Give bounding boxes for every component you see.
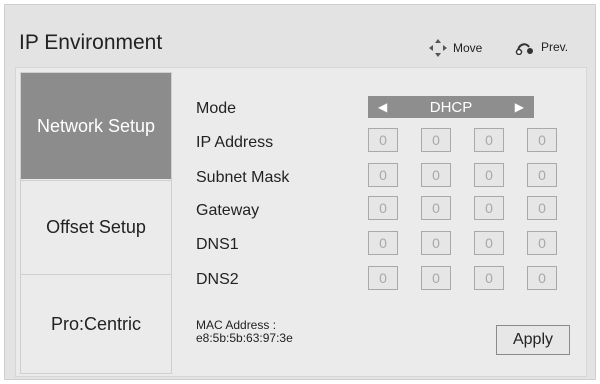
gateway-octet-3[interactable]: 0: [474, 196, 504, 220]
ip-address-octet-2[interactable]: 0: [421, 128, 451, 152]
prev-hint-label: Prev.: [541, 40, 569, 54]
subnet-mask-label: Subnet Mask: [196, 169, 290, 186]
move-hint-label: Move: [453, 41, 483, 55]
settings-panel: Network Setup Offset Setup Pro:Centric M…: [15, 67, 587, 377]
apply-button[interactable]: Apply: [496, 325, 570, 355]
subnet-mask-octet-1[interactable]: 0: [368, 163, 398, 187]
ip-address-octet-4[interactable]: 0: [527, 128, 557, 152]
mode-selector[interactable]: ◀ DHCP ▶: [368, 96, 534, 118]
dns1-octet-4[interactable]: 0: [527, 231, 557, 255]
dns2-label: DNS2: [196, 271, 239, 288]
right-arrow-icon[interactable]: ▶: [515, 100, 524, 114]
move-arrows-icon: [429, 39, 447, 57]
menu-item-offset-setup[interactable]: Offset Setup: [21, 180, 171, 274]
dns1-label: DNS1: [196, 236, 239, 253]
mac-address-value: e8:5b:5b:63:97:3e: [196, 331, 293, 345]
mode-label: Mode: [196, 100, 237, 117]
dns2-octet-3[interactable]: 0: [474, 266, 504, 290]
subnet-mask-octet-3[interactable]: 0: [474, 163, 504, 187]
header-bar: IP Environment Move Prev.: [5, 5, 595, 65]
ip-address-label: IP Address: [196, 134, 274, 151]
left-arrow-icon[interactable]: ◀: [378, 100, 387, 114]
back-return-icon: [515, 43, 533, 55]
dns2-octet-1[interactable]: 0: [368, 266, 398, 290]
gateway-octet-2[interactable]: 0: [421, 196, 451, 220]
menu-item-label: Offset Setup: [46, 217, 146, 237]
menu-item-label: Pro:Centric: [50, 313, 142, 334]
side-menu: Network Setup Offset Setup Pro:Centric: [20, 72, 172, 374]
dns2-octet-4[interactable]: 0: [527, 266, 557, 290]
dns2-octet-2[interactable]: 0: [421, 266, 451, 290]
dns1-octet-1[interactable]: 0: [368, 231, 398, 255]
page-title: IP Environment: [19, 31, 163, 54]
mac-address-info: MAC Address : e8:5b:5b:63:97:3e: [196, 319, 293, 345]
subnet-mask-octet-4[interactable]: 0: [527, 163, 557, 187]
gateway-octet-4[interactable]: 0: [527, 196, 557, 220]
dns1-octet-2[interactable]: 0: [421, 231, 451, 255]
subnet-mask-octet-2[interactable]: 0: [421, 163, 451, 187]
gateway-label: Gateway: [196, 202, 260, 219]
menu-item-label: Network Setup: [36, 115, 156, 136]
ip-environment-window: IP Environment Move Prev. Network Setup: [4, 4, 596, 380]
menu-item-network-setup[interactable]: Network Setup: [21, 73, 171, 179]
menu-item-pro-centric[interactable]: Pro:Centric: [21, 274, 171, 373]
ip-address-octet-1[interactable]: 0: [368, 128, 398, 152]
gateway-octet-1[interactable]: 0: [368, 196, 398, 220]
ip-address-octet-3[interactable]: 0: [474, 128, 504, 152]
dns1-octet-3[interactable]: 0: [474, 231, 504, 255]
move-hint: Move: [429, 39, 482, 57]
mode-value: DHCP: [429, 98, 473, 116]
prev-hint: Prev.: [515, 39, 568, 55]
